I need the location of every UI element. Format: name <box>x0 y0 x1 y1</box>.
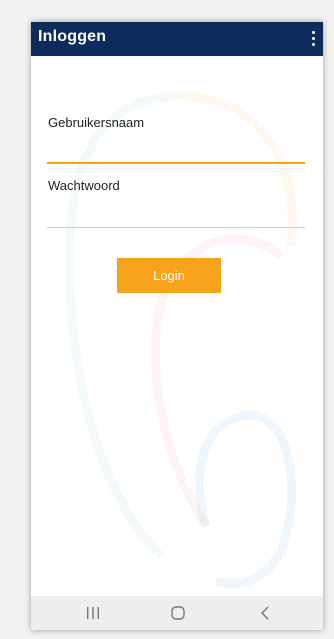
username-underline <box>47 162 305 164</box>
watermark-logo <box>64 91 297 589</box>
menu-dot <box>312 31 315 34</box>
login-button[interactable]: Login <box>117 258 221 293</box>
home-icon[interactable] <box>158 596 198 630</box>
more-vert-icon[interactable] <box>309 26 319 52</box>
page-title: Inloggen <box>38 28 107 45</box>
recents-glyph <box>87 607 99 619</box>
password-field[interactable] <box>47 202 305 224</box>
password-underline <box>47 227 305 228</box>
back-glyph <box>260 606 269 620</box>
menu-dot <box>312 43 315 46</box>
app-bar: Inloggen <box>31 22 323 56</box>
recents-icon[interactable] <box>73 596 113 630</box>
menu-dot <box>312 37 315 40</box>
device-frame: Inloggen Gebruikersnaam Wachtwoord Login <box>0 0 334 639</box>
home-glyph <box>171 606 185 620</box>
password-label: Wachtwoord <box>48 178 120 193</box>
watermark-stroke-green <box>64 91 182 560</box>
watermark-stroke-blue <box>194 410 297 589</box>
app-screen: Inloggen Gebruikersnaam Wachtwoord Login <box>31 22 323 630</box>
system-nav-bar <box>31 596 323 630</box>
back-icon[interactable] <box>245 596 285 630</box>
username-label: Gebruikersnaam <box>48 115 145 130</box>
username-field[interactable] <box>47 138 305 160</box>
